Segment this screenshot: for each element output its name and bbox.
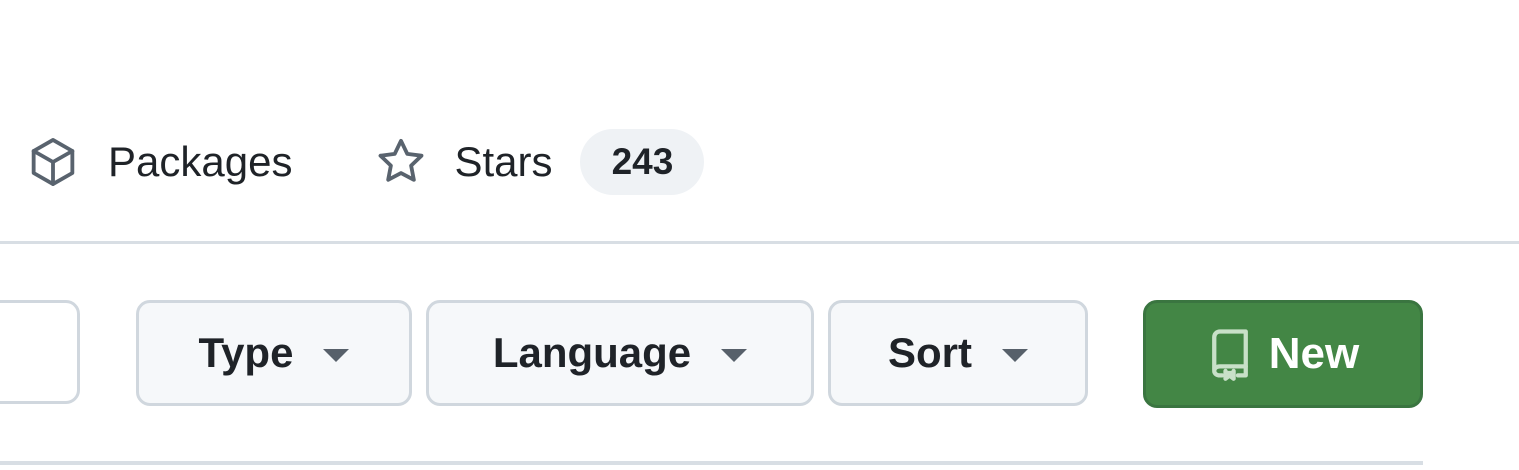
repo-icon: [1207, 327, 1253, 381]
type-filter-label: Type: [198, 329, 294, 376]
type-filter-button[interactable]: Type: [136, 300, 412, 406]
sort-filter-button[interactable]: Sort: [828, 300, 1088, 406]
tab-stars[interactable]: Stars 243: [374, 120, 705, 204]
language-filter-label: Language: [492, 329, 692, 376]
language-filter-button[interactable]: Language: [426, 300, 814, 406]
tab-stars-label: Stars: [454, 138, 553, 185]
profile-tab-nav: Packages Stars 243: [0, 120, 705, 204]
sort-filter-label: Sort: [888, 329, 972, 376]
find-repository-input[interactable]: [0, 300, 80, 404]
caret-down-icon: [323, 348, 350, 362]
tab-packages[interactable]: Packages: [26, 120, 292, 204]
repositories-page: Packages Stars 243 Type Language Sort Ne…: [0, 0, 1519, 470]
package-icon: [26, 135, 80, 189]
tab-nav-divider: [0, 241, 1519, 244]
tab-packages-label: Packages: [108, 138, 293, 185]
caret-down-icon: [1002, 348, 1028, 362]
list-top-divider: [0, 461, 1423, 465]
new-repository-label: New: [1268, 329, 1360, 378]
caret-down-icon: [721, 348, 748, 362]
new-repository-button[interactable]: New: [1143, 300, 1423, 408]
star-icon: [374, 135, 428, 189]
stars-count-badge: 243: [580, 129, 705, 195]
